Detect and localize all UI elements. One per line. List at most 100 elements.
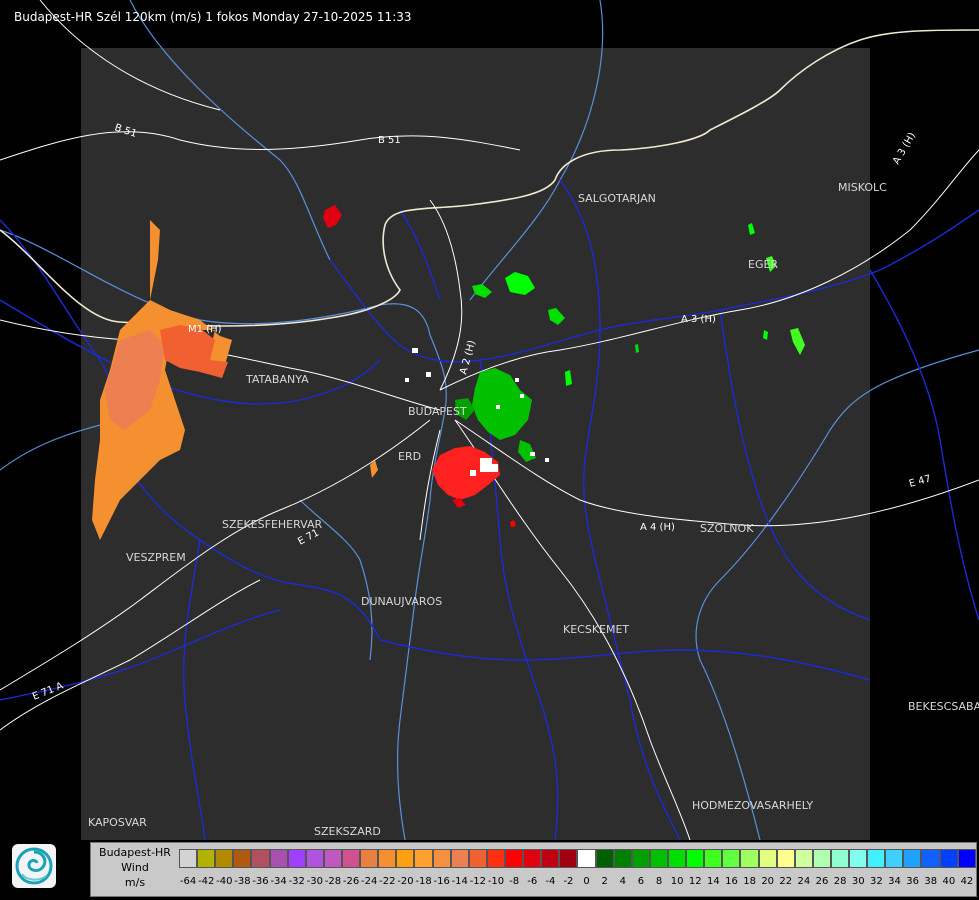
city-label-kecskemet: KECSKEMET (563, 623, 629, 636)
legend-tick-label: -6 (527, 876, 538, 887)
legend-tick-label: -40 (216, 876, 233, 887)
city-label-szekszard: SZEKSZARD (314, 825, 381, 838)
legend-swatch (323, 849, 342, 868)
legend-tick-label: 30 (851, 876, 865, 887)
legend-swatch (341, 849, 361, 868)
city-label-hodmezovasarhely: HODMEZOVASARHELY (692, 799, 813, 812)
met-service-logo (12, 844, 56, 888)
legend-tick-label: 6 (637, 876, 645, 887)
legend-tick-label: 18 (743, 876, 756, 887)
legend-swatches (179, 849, 976, 868)
legend-swatch (830, 849, 850, 868)
legend-tick-label: 34 (888, 876, 901, 887)
legend-tick-label: -42 (197, 876, 215, 887)
legend-tick-label: -22 (379, 876, 396, 887)
legend-tick-label: -4 (545, 876, 556, 887)
legend-tick-label: -8 (509, 876, 520, 887)
city-label-eger: EGER (748, 258, 778, 271)
legend-tick-label: -16 (433, 876, 450, 887)
legend-tick-label: 24 (797, 876, 811, 887)
legend-tick-label: 10 (670, 876, 684, 887)
legend-swatch (867, 849, 886, 868)
legend-tick-label: -12 (469, 876, 487, 887)
legend-tick-label: -14 (451, 876, 468, 887)
legend-tick-label: 16 (725, 876, 738, 887)
city-label-bekescsaba: BEKESCSABA (908, 700, 979, 713)
road-label-a3-east: A 3 (H) (681, 314, 716, 325)
swirl-logo-icon (15, 847, 53, 885)
city-label-szolnok: SZOLNOK (700, 522, 754, 535)
road-label-m1: M1 (H) (188, 324, 222, 335)
legend-tick-label: -18 (415, 876, 432, 887)
city-label-budapest: BUDAPEST (408, 405, 467, 418)
city-label-miskolc: MISKOLC (838, 181, 887, 194)
legend-tick-label: -24 (361, 876, 378, 887)
legend-swatch (197, 849, 216, 868)
legend-tick-label: 42 (960, 876, 974, 887)
legend-swatch (649, 849, 668, 868)
legend-tick-label: -36 (252, 876, 269, 887)
legend-swatch (251, 849, 270, 868)
legend-swatch (450, 849, 469, 868)
radar-map[interactable]: SALGOTARJAN MISKOLC EGER TATABANYA BUDAP… (0, 0, 979, 840)
legend-tick-label: 26 (815, 876, 829, 887)
legend-swatch (577, 849, 596, 868)
legend-tick-label: -32 (288, 876, 305, 887)
legend-tick-label: -38 (234, 876, 251, 887)
legend-tick-label: 2 (601, 876, 608, 887)
legend-tick-label: -28 (324, 876, 342, 887)
legend-swatch (722, 849, 741, 868)
legend-tick-label: -30 (306, 876, 324, 887)
legend-product: Wind (121, 861, 149, 874)
legend-swatch (957, 849, 976, 868)
legend-tick-label: 14 (706, 876, 720, 887)
city-label-tatabanya: TATABANYA (245, 373, 309, 386)
road-label-b51-north: B 51 (378, 135, 401, 146)
legend-swatch (776, 849, 795, 868)
legend-tick-label: 22 (779, 876, 793, 887)
legend-tick-label: -20 (397, 876, 414, 887)
legend-tick-label: 38 (924, 876, 938, 887)
legend-swatch (468, 849, 487, 868)
legend-tick-label: 8 (655, 876, 663, 887)
legend-swatch (432, 849, 451, 868)
legend-swatch (595, 849, 614, 868)
city-label-dunaujvaros: DUNAUJVAROS (361, 595, 442, 608)
legend-swatch (215, 849, 234, 868)
legend-swatch (523, 849, 542, 868)
legend-swatch (504, 849, 524, 868)
legend-swatch (812, 849, 831, 868)
legend-tick-label: 28 (833, 876, 847, 887)
legend-swatch (287, 849, 306, 868)
legend-swatch (740, 849, 759, 868)
legend-swatch (396, 849, 415, 868)
legend-tick-label: -2 (563, 876, 574, 887)
legend-swatch (704, 849, 723, 868)
legend-swatch (686, 849, 705, 868)
legend-tick-label: -34 (270, 876, 287, 887)
legend-swatch (794, 849, 813, 868)
city-label-veszprem: VESZPREM (126, 551, 186, 564)
radar-coverage-area (81, 48, 870, 840)
road-label-a4: A 4 (H) (640, 522, 675, 533)
legend-swatch (849, 849, 868, 868)
legend-tick-label: 20 (761, 876, 775, 887)
legend-unit: m/s (124, 876, 146, 889)
legend-tick-label: -64 (179, 876, 197, 887)
city-label-erd: ERD (398, 450, 421, 463)
legend-swatch (414, 849, 433, 868)
legend-swatch (758, 849, 777, 868)
color-legend: Budapest-HR Wind m/s -64 -42 -40 -38 -36 -34-… (90, 842, 977, 897)
legend-swatch (378, 849, 397, 868)
legend-tick-label: 32 (870, 876, 883, 887)
legend-tick-label: 0 (583, 876, 590, 887)
legend-tick-label: 12 (688, 876, 702, 887)
legend-swatch (305, 849, 324, 868)
legend-swatch (179, 849, 198, 868)
legend-swatch (486, 849, 505, 868)
product-title: Budapest-HR Szél 120km (m/s) 1 fokos Mon… (14, 10, 412, 24)
legend-swatch (903, 849, 922, 868)
legend-swatch (269, 849, 288, 868)
legend-tick-label: 36 (906, 876, 919, 887)
legend-swatch (559, 849, 578, 868)
